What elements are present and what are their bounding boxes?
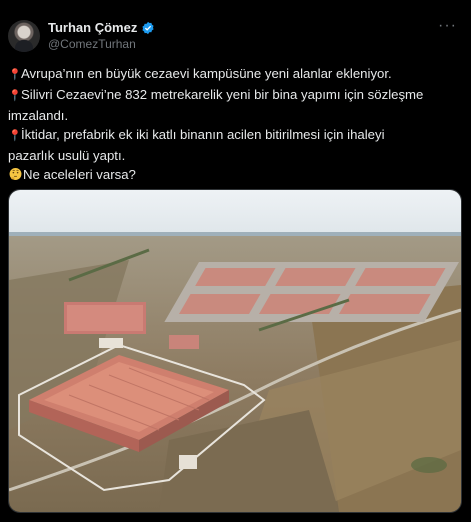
more-options-icon[interactable]: ···: [438, 18, 457, 34]
display-name[interactable]: Turhan Çömez: [48, 20, 137, 35]
thinking-face-icon: [9, 168, 22, 180]
author-name-row: Turhan Çömez: [48, 20, 155, 35]
avatar[interactable]: [8, 20, 40, 52]
pin-icon: 📍: [8, 69, 22, 81]
pin-icon: 📍: [8, 130, 22, 142]
tweet-text: 📍Avrupa’nın en büyük cezaevi kampüsüne y…: [8, 64, 463, 184]
author-handle[interactable]: @ComezTurhan: [48, 37, 136, 51]
tweet-line: 📍İktidar, prefabrik ek iki katlı binanın…: [8, 125, 463, 146]
tweet-line: 📍Avrupa’nın en büyük cezaevi kampüsüne y…: [8, 64, 463, 85]
pin-icon: 📍: [8, 90, 22, 102]
tweet-photo[interactable]: [8, 189, 462, 513]
verified-badge-icon: [142, 21, 154, 34]
tweet-line: 📍Silivri Cezaevi’ne 832 metrekarelik yen…: [8, 85, 463, 106]
tweet-line: imzalandı.: [8, 108, 69, 123]
tweet-header: Turhan Çömez @ComezTurhan ···: [8, 18, 463, 54]
aerial-prison-campus-photo: [9, 190, 461, 512]
tweet-line: pazarlık usulü yaptı.: [8, 148, 126, 163]
tweet-line: Ne aceleleri varsa?: [8, 165, 463, 184]
